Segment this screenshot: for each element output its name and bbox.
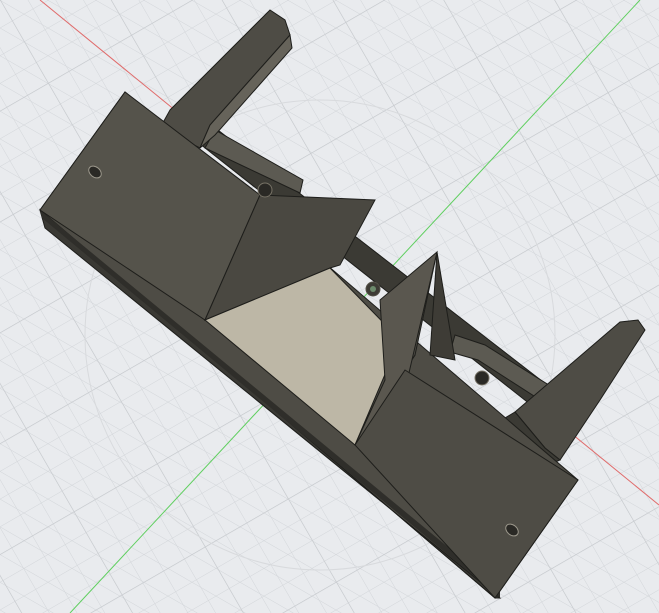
3d-viewport[interactable]: [0, 0, 659, 613]
origin-marker-inner: [370, 286, 376, 292]
rail-hole-left: [257, 182, 273, 198]
cad-canvas[interactable]: [0, 0, 659, 613]
rail-hole-right: [474, 370, 490, 386]
